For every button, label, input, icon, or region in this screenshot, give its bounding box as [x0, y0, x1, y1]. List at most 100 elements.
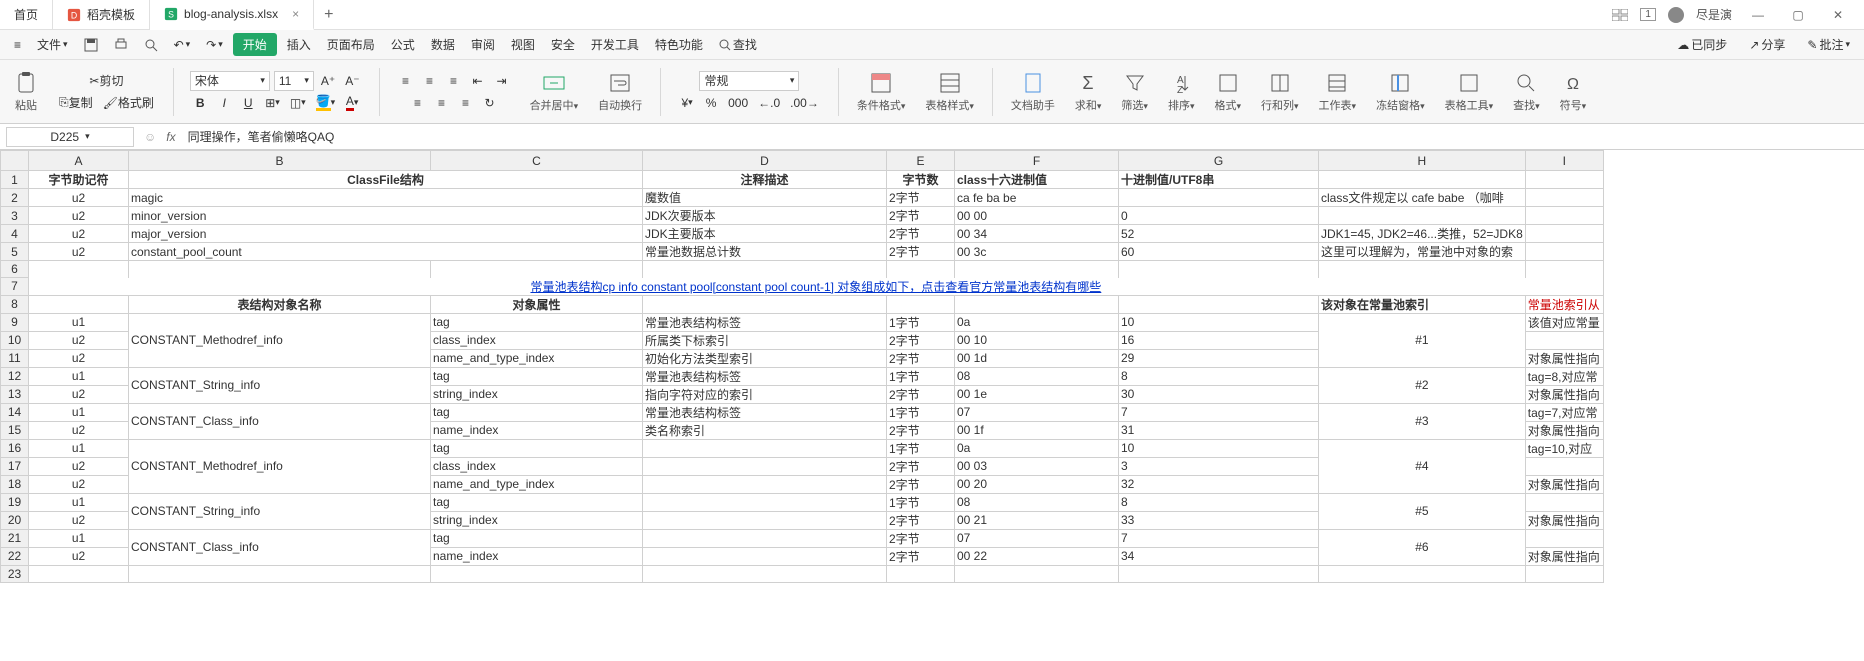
tab-home[interactable]: 首页 [0, 0, 53, 30]
indent-left-icon[interactable]: ⇤ [468, 71, 488, 91]
file-menu[interactable]: 文件▾ [31, 34, 74, 55]
cell[interactable] [887, 295, 955, 313]
cell[interactable] [1119, 565, 1319, 582]
sync-status[interactable]: ☁ 已同步 [1671, 34, 1733, 55]
cell[interactable]: 00 1e [955, 385, 1119, 403]
cell[interactable] [1525, 493, 1603, 511]
cell[interactable]: JDK1=45, JDK2=46...类推，52=JDK8 [1319, 225, 1526, 243]
cell[interactable]: 00 22 [955, 547, 1119, 565]
bold-button[interactable]: B [190, 93, 210, 113]
row-header[interactable]: 8 [1, 295, 29, 313]
cell[interactable]: tag=7,对应常 [1525, 403, 1603, 421]
cell[interactable]: 对象属性指向 [1525, 385, 1603, 403]
column-header[interactable]: A [29, 151, 129, 171]
cell[interactable]: tag=8,对应常 [1525, 367, 1603, 385]
border-button[interactable]: ⊞▾ [262, 93, 283, 113]
grid-toggle-icon[interactable] [1612, 9, 1628, 21]
cell[interactable]: JDK次要版本 [643, 207, 887, 225]
cell[interactable] [1119, 189, 1319, 207]
search-menu[interactable]: 查找 [713, 34, 763, 55]
cell[interactable]: string_index [431, 385, 643, 403]
cell[interactable]: 2字节 [887, 511, 955, 529]
sum-button[interactable]: Σ求和▾ [1069, 69, 1108, 115]
cell[interactable]: 指向字符对应的索引 [643, 385, 887, 403]
row-header[interactable]: 14 [1, 403, 29, 421]
cell[interactable]: u2 [29, 385, 129, 403]
new-tab-button[interactable]: + [314, 6, 343, 24]
fill-color-button[interactable]: 🪣▾ [313, 93, 338, 113]
menu-security[interactable]: 安全 [545, 34, 581, 55]
cell[interactable]: major_version [129, 225, 643, 243]
cell[interactable]: 2字节 [887, 457, 955, 475]
cell[interactable] [1525, 529, 1603, 547]
menu-review[interactable]: 审阅 [465, 34, 501, 55]
cell[interactable]: 常量池表结构cp info constant pool[constant poo… [29, 278, 1604, 296]
cell[interactable]: name_and_type_index [431, 349, 643, 367]
cell[interactable]: 00 20 [955, 475, 1119, 493]
cell[interactable]: 常量池表结构标签 [643, 313, 887, 331]
cell[interactable]: tag [431, 493, 643, 511]
row-header[interactable]: 16 [1, 439, 29, 457]
cell[interactable]: #4 [1319, 439, 1526, 493]
cut-button[interactable]: ✂ 剪切 [86, 71, 126, 91]
cell[interactable] [1525, 565, 1603, 582]
column-header[interactable]: H [1319, 151, 1526, 171]
conditional-format-button[interactable]: 条件格式▾ [851, 69, 912, 115]
cell[interactable]: 对象属性指向 [1525, 547, 1603, 565]
cell[interactable] [1319, 565, 1526, 582]
fx-icon[interactable]: fx [160, 130, 181, 144]
cell[interactable] [129, 565, 431, 582]
cell[interactable]: 52 [1119, 225, 1319, 243]
cell[interactable]: 2字节 [887, 243, 955, 261]
copy-button[interactable]: ⎘ 复制 [56, 93, 96, 113]
table-tools-button[interactable]: 表格工具▾ [1439, 69, 1500, 115]
cell[interactable]: 1字节 [887, 367, 955, 385]
cell[interactable]: 00 03 [955, 457, 1119, 475]
cell[interactable]: 0a [955, 313, 1119, 331]
cell[interactable] [431, 261, 643, 278]
underline-button[interactable]: U [238, 93, 258, 113]
cell[interactable]: 1字节 [887, 439, 955, 457]
cell[interactable]: class文件规定以 cafe babe （咖啡 [1319, 189, 1526, 207]
cell[interactable]: CONSTANT_Class_info [129, 529, 431, 565]
currency-button[interactable]: ¥▾ [677, 93, 697, 113]
hamburger-icon[interactable]: ≡ [8, 36, 27, 54]
cell[interactable]: 2字节 [887, 475, 955, 493]
cell[interactable]: 类名称索引 [643, 421, 887, 439]
cell[interactable]: 常量池表结构标签 [643, 367, 887, 385]
cell[interactable]: CONSTANT_Methodref_info [129, 439, 431, 493]
cell[interactable]: u1 [29, 529, 129, 547]
close-icon[interactable]: × [292, 7, 299, 21]
cell[interactable] [887, 565, 955, 582]
cell[interactable]: 对象属性指向 [1525, 349, 1603, 367]
cell[interactable]: 2字节 [887, 547, 955, 565]
cell[interactable]: 8 [1119, 493, 1319, 511]
cell[interactable]: 该对象在常量池索引 [1319, 295, 1526, 313]
menu-formula[interactable]: 公式 [385, 34, 421, 55]
cell[interactable]: #6 [1319, 529, 1526, 565]
symbol-button[interactable]: Ω符号▾ [1554, 69, 1593, 115]
cell[interactable] [1525, 207, 1603, 225]
row-header[interactable]: 10 [1, 331, 29, 349]
cell[interactable]: class_index [431, 457, 643, 475]
cell[interactable]: 3 [1119, 457, 1319, 475]
decrease-decimal-icon[interactable]: .00→ [787, 93, 822, 113]
cell[interactable]: class_index [431, 331, 643, 349]
avatar[interactable] [1668, 7, 1684, 23]
row-header[interactable]: 6 [1, 261, 29, 278]
cell[interactable]: 00 3c [955, 243, 1119, 261]
cell[interactable]: u2 [29, 331, 129, 349]
percent-button[interactable]: % [701, 93, 721, 113]
row-header[interactable]: 15 [1, 421, 29, 439]
cell[interactable]: u2 [29, 475, 129, 493]
worksheet-button[interactable]: 工作表▾ [1313, 69, 1363, 115]
row-header[interactable]: 19 [1, 493, 29, 511]
cell[interactable]: magic [129, 189, 643, 207]
minimize-icon[interactable]: — [1744, 8, 1772, 22]
cell[interactable]: #2 [1319, 367, 1526, 403]
cell[interactable]: constant_pool_count [129, 243, 643, 261]
cell[interactable] [1525, 225, 1603, 243]
column-header[interactable]: D [643, 151, 887, 171]
cell[interactable]: u2 [29, 225, 129, 243]
menu-insert[interactable]: 插入 [281, 34, 317, 55]
